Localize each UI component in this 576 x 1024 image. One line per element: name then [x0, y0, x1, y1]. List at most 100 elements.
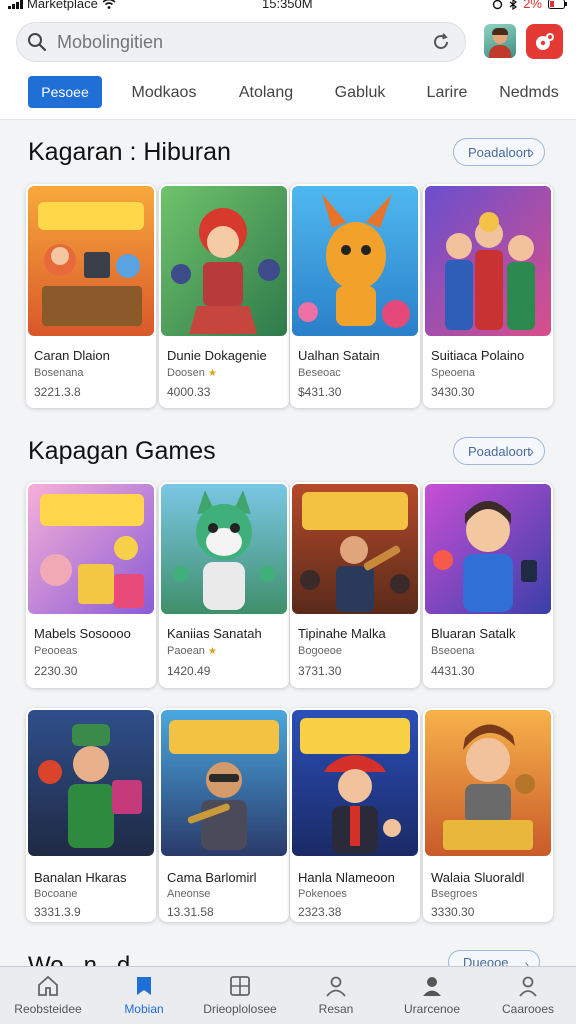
status-left: Marketplace	[8, 0, 116, 10]
nav-item-resan[interactable]: Resan	[288, 967, 384, 1024]
tab-gabluk[interactable]: Gabluk	[326, 76, 394, 110]
chevron-right-icon: ›	[529, 144, 534, 160]
product-card[interactable]: Tipinahe Malka Bogoeoe 3731.30	[290, 482, 420, 688]
product-price: 3731.30	[298, 664, 342, 678]
product-subtitle: Peooeas	[34, 645, 78, 657]
chat-bell-icon	[535, 32, 554, 50]
person-icon	[324, 973, 348, 999]
product-thumbnail	[28, 186, 154, 336]
nav-item-mobian[interactable]: Mobian	[96, 967, 192, 1024]
product-card[interactable]: Cama Barlomirl Aneonse 13.31.58	[159, 708, 289, 922]
product-subtitle: Paoean ★	[167, 645, 217, 657]
product-name: Suitiaca Polaino	[431, 348, 525, 363]
product-card[interactable]: Banalan Hkaras Bocoane 3331.3.9	[26, 708, 156, 922]
product-card[interactable]: Mabels Sosoooo Peooeas 2230.30	[26, 482, 156, 688]
product-subtitle: Bocoane	[34, 888, 78, 900]
notification-button[interactable]	[526, 24, 563, 59]
product-price: 2230.30	[34, 664, 78, 678]
product-name: Ualhan Satain	[298, 348, 380, 363]
nav-label: Mobian	[124, 1002, 164, 1016]
nav-label: Resan	[318, 1002, 354, 1016]
product-subtitle-text: Doosen	[167, 367, 205, 379]
product-price: 4431.30	[431, 664, 475, 678]
product-subtitle: Doosen ★	[167, 367, 217, 379]
category-tabs: Pesoee Modkaos Atolang Gabluk Larire Ned…	[0, 72, 576, 120]
product-subtitle-text: Paoean	[167, 645, 205, 657]
product-price: 3331.3.9	[34, 905, 81, 919]
battery-icon	[548, 0, 567, 9]
chevron-right-icon: ›	[529, 443, 534, 459]
nav-label: Urarcenoe	[403, 1002, 461, 1016]
product-name: Mabels Sosoooo	[34, 626, 131, 641]
product-card[interactable]: Bluaran Satalk Bseoena 4431.30	[423, 482, 553, 688]
refresh-icon[interactable]	[431, 32, 451, 57]
product-thumbnail	[292, 710, 418, 856]
more-button-label: Poadaloort	[468, 144, 531, 160]
product-card[interactable]: Caran Dlaion Bosenana 3221.3.8	[26, 184, 156, 408]
section-1-more-button[interactable]: Poadaloort ›	[453, 138, 545, 166]
more-button-label: Poadaloort	[468, 443, 531, 459]
product-card[interactable]: Walaia Sluoraldl Bsegroes 3330.30	[423, 708, 553, 922]
tab-pesoee[interactable]: Pesoee	[28, 76, 102, 108]
wifi-icon	[102, 0, 116, 9]
nav-item-caarooes[interactable]: Caarooes	[480, 967, 576, 1024]
product-price: 4000.33	[167, 385, 211, 399]
section-title-hiburan: Kagaran : Hiburan	[28, 138, 231, 166]
product-subtitle: Speoena	[431, 367, 476, 379]
section-2-more-button[interactable]: Poadaloort ›	[453, 437, 545, 465]
search-icon	[17, 32, 57, 52]
product-name: Caran Dlaion	[34, 348, 110, 363]
product-thumbnail	[28, 710, 154, 856]
product-card[interactable]: Kaniias Sanatah Paoean ★ 1420.49	[159, 482, 289, 688]
search-bar[interactable]	[16, 22, 466, 62]
product-card[interactable]: Hanla Nlameoon Pokenoes 2323.38	[290, 708, 420, 922]
product-price: 3430.30	[431, 385, 475, 399]
product-subtitle: Pokenoes	[298, 888, 347, 900]
search-input[interactable]	[57, 31, 417, 53]
product-thumbnail	[425, 186, 551, 336]
tab-nedmds[interactable]: Nedmds	[494, 76, 564, 110]
product-thumbnail	[161, 186, 287, 336]
product-name: Tipinahe Malka	[298, 626, 386, 641]
tab-larire[interactable]: Larire	[418, 76, 476, 110]
product-subtitle: Bsegroes	[431, 888, 478, 900]
product-name: Cama Barlomirl	[167, 870, 257, 885]
product-card[interactable]: Dunie Dokagenie Doosen ★ 4000.33	[159, 184, 289, 408]
product-name: Banalan Hkaras	[34, 870, 127, 885]
status-time: 15:350M	[262, 0, 313, 11]
product-card[interactable]: Ualhan Satain Beseoac $431.30	[290, 184, 420, 408]
product-subtitle: Bseoena	[431, 645, 475, 657]
avatar[interactable]	[484, 24, 516, 58]
product-subtitle: Bogoeoe	[298, 645, 343, 657]
battery-label: 2%	[523, 0, 542, 11]
top-bar	[0, 14, 576, 72]
sync-icon	[493, 0, 503, 9]
product-name: Kaniias Sanatah	[167, 626, 262, 641]
section-title-games: Kapagan Games	[28, 437, 216, 465]
product-price: 2323.38	[298, 905, 342, 919]
tag-icon	[132, 973, 156, 999]
nav-item-urarcenoe[interactable]: Urarcenoe	[384, 967, 480, 1024]
product-name: Walaia Sluoraldl	[431, 870, 525, 885]
tab-modkaos[interactable]: Modkaos	[124, 76, 204, 110]
tab-atolang[interactable]: Atolang	[228, 76, 304, 110]
product-card[interactable]: Suitiaca Polaino Speoena 3430.30	[423, 184, 553, 408]
product-subtitle: Beseoac	[298, 367, 341, 379]
product-thumbnail	[161, 710, 287, 856]
status-bar: Marketplace 15:350M 2%	[0, 0, 576, 14]
star-icon: ★	[207, 368, 217, 379]
bottom-nav: Reobsteidee Mobian Drieoplolosee Resan U…	[0, 966, 576, 1024]
product-price: 1420.49	[167, 664, 211, 678]
product-price: 3221.3.8	[34, 385, 81, 399]
product-price: 13.31.58	[167, 905, 214, 919]
nav-label: Caarooes	[501, 1002, 555, 1016]
nav-item-dashboard[interactable]: Drieoplolosee	[192, 967, 288, 1024]
product-thumbnail	[425, 484, 551, 614]
nav-item-home[interactable]: Reobsteidee	[0, 967, 96, 1024]
product-price: 3330.30	[431, 905, 475, 919]
product-subtitle: Aneonse	[167, 888, 211, 900]
profile-icon	[516, 973, 540, 999]
product-thumbnail	[292, 186, 418, 336]
person-filled-icon	[420, 973, 444, 999]
nav-label: Drieoplolosee	[203, 1002, 277, 1016]
